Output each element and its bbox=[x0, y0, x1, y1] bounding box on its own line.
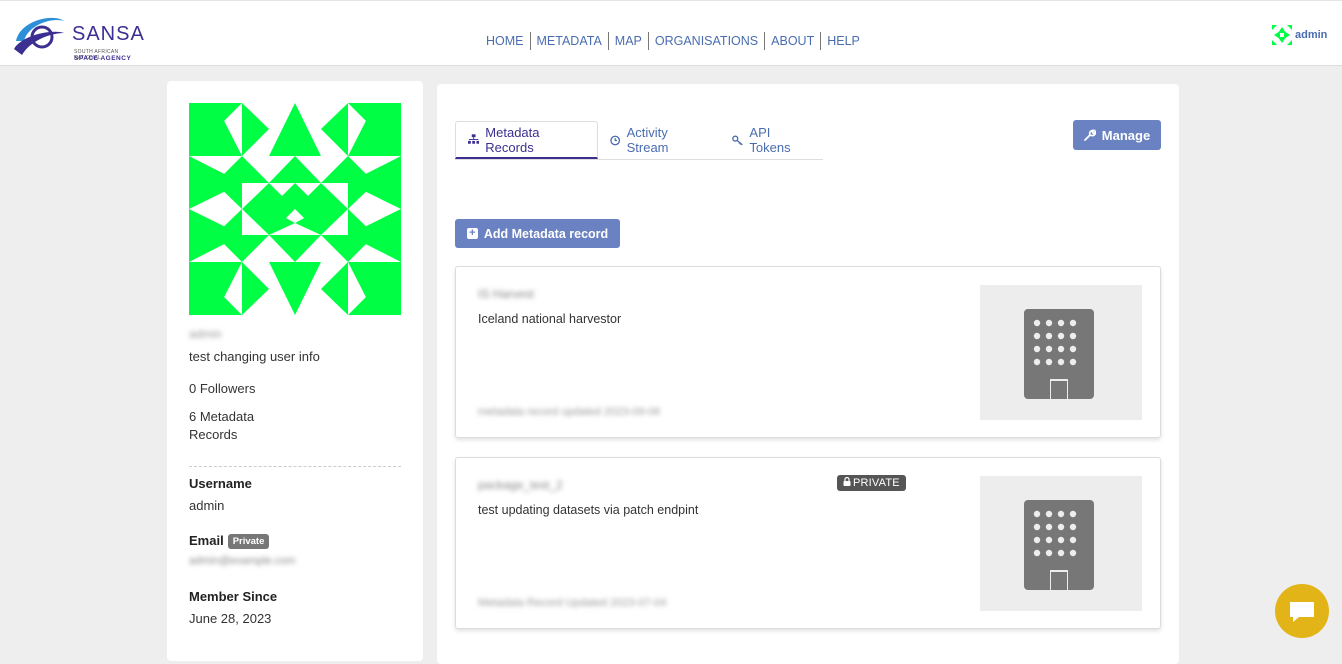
tab-activity-stream[interactable]: Activity Stream bbox=[598, 121, 720, 159]
member-since-label: Member Since bbox=[189, 589, 278, 604]
profile-panel: admin test changing user info 0 Follower… bbox=[167, 81, 423, 661]
building-icon bbox=[1024, 309, 1094, 399]
add-metadata-record-button[interactable]: + Add Metadata record bbox=[455, 219, 620, 248]
nav-home[interactable]: HOME bbox=[480, 31, 530, 51]
profile-avatar bbox=[189, 103, 401, 315]
email-label: Email bbox=[189, 533, 224, 548]
private-badge: PRIVATE bbox=[837, 475, 906, 491]
email-value: admin@example.com bbox=[189, 555, 296, 567]
email-label-row: Email Private bbox=[189, 533, 270, 549]
profile-display-name: admin bbox=[189, 327, 222, 341]
nav-metadata[interactable]: METADATA bbox=[531, 31, 608, 51]
manage-label: Manage bbox=[1101, 127, 1151, 143]
record-description: Iceland national harvestor bbox=[478, 312, 622, 326]
private-label: PRIVATE bbox=[853, 477, 900, 489]
nav-about[interactable]: ABOUT bbox=[765, 31, 820, 51]
manage-button[interactable]: Manage bbox=[1073, 120, 1161, 150]
main-nav: HOME METADATA MAP ORGANISATIONS ABOUT HE… bbox=[480, 31, 866, 51]
logo-agency: SPACE AGENCY bbox=[74, 55, 132, 62]
followers-count: 0 Followers bbox=[189, 381, 256, 396]
user-menu[interactable]: admin bbox=[1272, 25, 1327, 45]
user-avatar-icon bbox=[1272, 25, 1292, 45]
tab-label: Activity Stream bbox=[626, 125, 669, 155]
metadata-records-count: 6 Metadata Records bbox=[189, 409, 255, 442]
wrench-icon bbox=[1083, 129, 1096, 141]
member-since-value: June 28, 2023 bbox=[189, 611, 272, 626]
record-meta: Metadata Record Updated 2023-07-04 bbox=[478, 597, 667, 609]
tab-label: API Tokens bbox=[749, 125, 791, 155]
user-name-link: admin bbox=[1295, 29, 1328, 41]
record-thumbnail bbox=[980, 476, 1142, 611]
nav-organisations[interactable]: ORGANISATIONS bbox=[649, 31, 764, 51]
top-header: SANSA SOUTH AFRICAN NATIONAL SPACE AGENC… bbox=[0, 0, 1342, 66]
email-private-badge: Private bbox=[227, 534, 270, 549]
record-title[interactable]: IS Harvest bbox=[478, 287, 534, 301]
site-logo[interactable]: SANSA SOUTH AFRICAN NATIONAL SPACE AGENC… bbox=[12, 11, 144, 62]
plus-square-icon: + bbox=[466, 228, 478, 239]
record-card[interactable]: package_test_2 PRIVATE test updating dat… bbox=[455, 457, 1161, 629]
profile-about: test changing user info bbox=[189, 349, 320, 364]
nav-map[interactable]: MAP bbox=[609, 31, 648, 51]
record-meta: metadata record updated 2023-09-06 bbox=[478, 406, 661, 418]
record-description: test updating datasets via patch endpint bbox=[478, 503, 699, 517]
record-title[interactable]: package_test_2 bbox=[478, 478, 563, 492]
sansa-swoosh-icon bbox=[14, 17, 64, 55]
username-label: Username bbox=[189, 476, 252, 491]
record-thumbnail bbox=[980, 285, 1142, 420]
profile-divider bbox=[189, 466, 401, 467]
profile-tabs: Metadata Records Activity Stream API Tok… bbox=[455, 121, 823, 160]
logo-text: SANSA bbox=[72, 23, 145, 45]
tab-api-tokens[interactable]: API Tokens bbox=[720, 121, 823, 159]
add-label: Add Metadata record bbox=[483, 226, 609, 241]
record-card[interactable]: IS Harvest Iceland national harvestor me… bbox=[455, 266, 1161, 438]
username-value: admin bbox=[189, 498, 225, 513]
clock-icon bbox=[610, 135, 621, 145]
tab-metadata-records[interactable]: Metadata Records bbox=[455, 121, 599, 159]
sitemap-icon bbox=[468, 134, 480, 144]
main-content: Metadata Records Activity Stream API Tok… bbox=[437, 84, 1179, 664]
chat-widget-button[interactable] bbox=[1275, 584, 1329, 638]
building-icon bbox=[1024, 500, 1094, 590]
tab-label: Metadata Records bbox=[485, 124, 540, 155]
nav-help[interactable]: HELP bbox=[821, 31, 866, 51]
key-icon bbox=[732, 135, 743, 145]
lock-icon bbox=[843, 476, 851, 486]
chat-bubble-icon bbox=[1290, 602, 1314, 622]
